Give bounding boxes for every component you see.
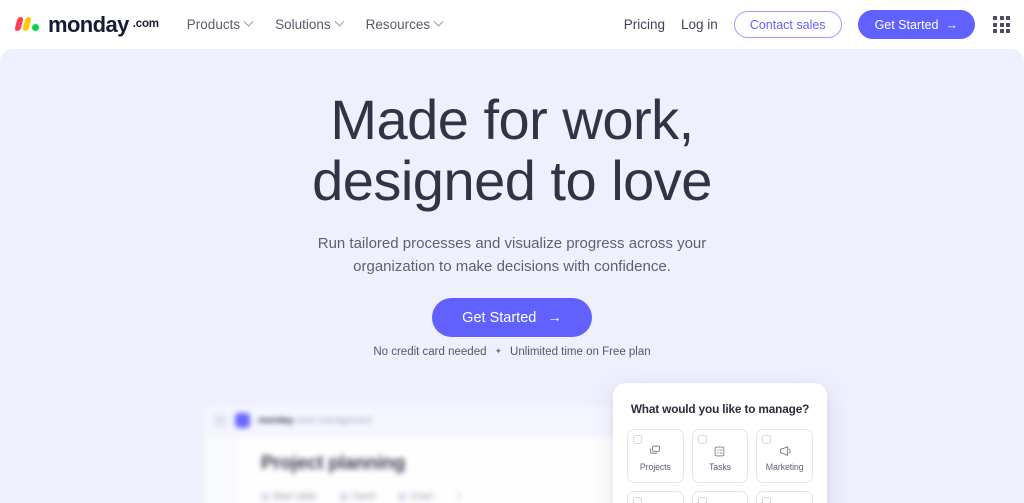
product-tab-main-table-label: Main table <box>273 491 317 502</box>
subtitle-line-2: organization to make decisions with conf… <box>353 258 671 275</box>
nav-get-started-button[interactable]: Get Started → <box>857 10 975 39</box>
product-tab-gantt: Gantt <box>339 491 376 502</box>
hero-cta-wrapper: Get Started → <box>0 298 1024 337</box>
product-sidebar-rail <box>203 436 237 503</box>
hero-get-started-label: Get Started <box>462 309 537 326</box>
product-brand-suffix: work management <box>296 414 372 426</box>
product-tab-main-table: Main table <box>261 491 317 502</box>
hero-subtitle: Run tailored processes and visualize pro… <box>0 232 1024 278</box>
checkbox-tasks[interactable] <box>697 435 707 444</box>
manage-option-row2-3[interactable] <box>756 491 813 503</box>
nav-item-solutions-label: Solutions <box>275 17 331 32</box>
hero-section: Made for work, designed to love Run tail… <box>0 48 1024 503</box>
nav-item-products-label: Products <box>186 17 241 32</box>
nav-left-group: monday .com Products Solutions Resources <box>14 11 444 37</box>
nav-right-group: Pricing Log in Contact sales Get Started… <box>624 10 1010 39</box>
manage-option-marketing-label: Marketing <box>765 462 804 472</box>
product-brand: monday <box>258 414 294 426</box>
chevron-down-icon <box>334 16 345 27</box>
product-tab-add: + <box>456 491 462 502</box>
sparkle-separator-icon: ✦ <box>494 345 503 356</box>
nav-pricing-link[interactable]: Pricing <box>624 17 665 32</box>
product-tab-add-label: + <box>456 491 462 502</box>
menu-icon <box>214 413 227 427</box>
manage-option-row2-1[interactable] <box>627 491 684 503</box>
manage-option-tasks[interactable]: Tasks <box>691 429 749 483</box>
nav-login-link[interactable]: Log in <box>681 17 718 32</box>
checkbox-row2-2[interactable] <box>697 497 707 503</box>
headline-line-1: Made for work, <box>330 88 694 151</box>
manage-option-marketing[interactable]: Marketing <box>756 429 813 483</box>
monday-logo[interactable]: monday .com <box>14 11 159 37</box>
nav-item-resources-label: Resources <box>365 17 431 32</box>
nav-item-resources[interactable]: Resources <box>365 16 444 32</box>
apps-grid-icon[interactable] <box>993 16 1010 33</box>
nav-item-products[interactable]: Products <box>186 16 254 32</box>
chevron-down-icon <box>243 16 254 27</box>
manage-option-tasks-label: Tasks <box>708 462 731 472</box>
page-title: Made for work, designed to love <box>0 89 1024 211</box>
fineprint-free-plan: Unlimited time on Free plan <box>510 346 651 358</box>
gantt-icon <box>339 492 348 501</box>
chevron-down-icon <box>433 16 444 27</box>
primary-nav-links: Products Solutions Resources <box>186 16 444 32</box>
contact-sales-button[interactable]: Contact sales <box>733 11 842 38</box>
hero-fineprint: No credit card needed ✦ Unlimited time o… <box>0 345 1024 359</box>
top-navigation-bar: monday .com Products Solutions Resources… <box>0 0 1024 49</box>
manage-option-projects[interactable]: Projects <box>627 429 684 483</box>
onboarding-manage-card: What would you like to manage? Projects <box>613 383 827 503</box>
hero-get-started-button[interactable]: Get Started → <box>432 298 592 337</box>
checkbox-projects[interactable] <box>633 435 642 444</box>
product-tab-chart: Chart <box>398 491 433 502</box>
nav-item-solutions[interactable]: Solutions <box>275 16 345 32</box>
arrow-right-icon: → <box>547 309 562 326</box>
nav-get-started-label: Get Started <box>874 17 939 32</box>
manage-card-title: What would you like to manage? <box>630 402 810 416</box>
table-icon <box>261 492 269 501</box>
manage-option-grid: Projects Tasks Marketing <box>627 429 813 483</box>
monday-logo-mark-icon <box>14 16 45 34</box>
checklist-icon <box>713 444 726 458</box>
checkbox-marketing[interactable] <box>762 435 772 444</box>
fineprint-no-credit-card: No credit card needed <box>373 346 487 358</box>
layers-icon <box>648 444 662 458</box>
manage-option-projects-label: Projects <box>639 462 671 472</box>
headline-line-2: designed to love <box>312 149 712 212</box>
logo-wordmark: monday <box>48 11 129 37</box>
product-tab-gantt-label: Gantt <box>351 491 376 502</box>
arrow-right-icon: → <box>945 17 959 32</box>
logo-tld: .com <box>132 17 159 30</box>
manage-option-grid-row-2 <box>627 491 813 503</box>
product-tab-chart-label: Chart <box>410 491 434 502</box>
chart-icon <box>398 492 407 501</box>
checkbox-row2-1[interactable] <box>633 497 642 503</box>
checkbox-row2-3[interactable] <box>762 497 772 503</box>
product-logo-icon <box>235 412 250 428</box>
manage-option-row2-2[interactable] <box>691 491 749 503</box>
subtitle-line-1: Run tailored processes and visualize pro… <box>317 235 707 252</box>
megaphone-icon <box>778 444 792 458</box>
